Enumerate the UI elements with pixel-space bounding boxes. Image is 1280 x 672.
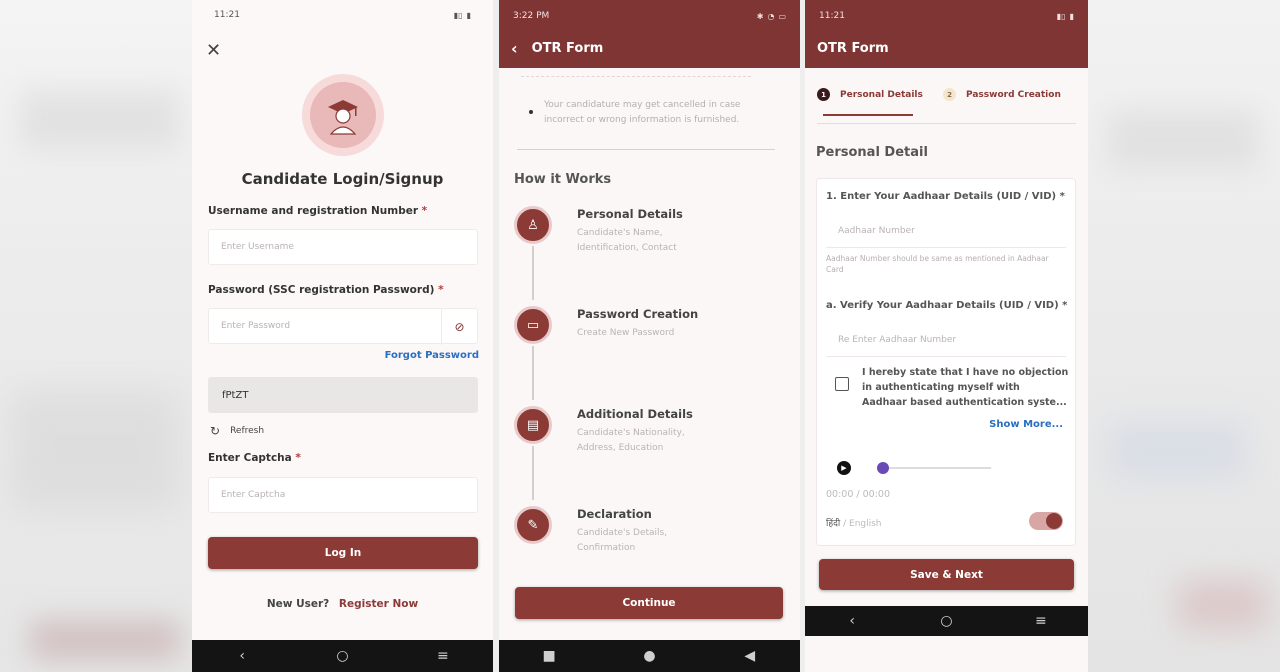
signal-icon: ▮▯ — [453, 10, 463, 20]
login-screen: 11:21 ▮▯ ▮ ✕ Candidate Login/Signup User… — [192, 0, 493, 672]
status-bar: 11:21 ▮▯ ▮ — [192, 0, 493, 30]
verify-aadhaar-label: a. Verify Your Aadhaar Details (UID / VI… — [826, 300, 1068, 311]
status-time: 11:21 — [214, 10, 240, 20]
back-icon[interactable]: ‹ — [222, 648, 262, 664]
step-connector — [532, 246, 534, 300]
password-input[interactable]: Enter Password ⊘ — [208, 308, 478, 345]
close-icon[interactable]: ✕ — [206, 40, 221, 61]
home-icon[interactable]: ○ — [322, 648, 362, 664]
captcha-input[interactable]: Enter Captcha — [208, 477, 478, 513]
audio-slider-knob[interactable] — [877, 462, 889, 474]
bluetooth-icon: ✱ — [756, 11, 764, 21]
username-input[interactable]: Enter Username — [208, 229, 478, 265]
header-title: OTR Form — [817, 40, 889, 56]
language-label: हिंदी / English — [826, 519, 882, 529]
refresh-captcha-button[interactable]: ↻ Refresh — [210, 424, 264, 438]
recents-icon[interactable]: ≡ — [1021, 613, 1061, 629]
step-desc: Candidate's Name, Identification, Contac… — [577, 228, 677, 253]
step-title: Additional Details — [577, 407, 693, 421]
step-title: Declaration — [577, 507, 652, 521]
forgot-password-link[interactable]: Forgot Password — [385, 350, 479, 361]
bullet — [529, 110, 533, 114]
system-nav-bar: ‹ ○ ≡ — [192, 640, 493, 672]
wifi-icon: ◔ — [767, 11, 775, 21]
status-bar: 3:22 PM ✱ ◔ ▭ — [499, 0, 800, 32]
save-next-button[interactable]: Save & Next — [819, 559, 1074, 590]
play-icon[interactable]: ▶ — [837, 461, 851, 475]
home-icon[interactable]: ● — [629, 648, 669, 664]
new-user-row: New User? Register Now — [266, 598, 419, 610]
status-time: 3:22 PM — [513, 11, 550, 21]
user-icon: ♙ — [514, 206, 552, 244]
aadhaar-hint: Aadhaar Number should be same as mention… — [826, 254, 1049, 274]
username-label: Username and registration Number * — [208, 205, 428, 217]
section-title: Personal Detail — [816, 145, 928, 160]
otr-info-screen: 3:22 PM ✱ ◔ ▭ ‹ OTR Form Your candidatur… — [499, 0, 800, 672]
page-title: Candidate Login/Signup — [241, 170, 444, 188]
tab-password-creation[interactable]: 2 Password Creation — [943, 88, 1061, 101]
language-toggle[interactable] — [1029, 512, 1063, 530]
step-desc: Candidate's Nationality, Address, Educat… — [577, 428, 685, 453]
battery-icon: ▮ — [1069, 11, 1074, 21]
faded-divider — [521, 76, 751, 77]
status-icons: ▮▯ ▮ — [1057, 12, 1074, 21]
step-connector — [532, 446, 534, 500]
back-icon[interactable]: ◀ — [730, 648, 770, 664]
status-bar: 11:21 ▮▯ ▮ — [805, 0, 1088, 32]
audio-time: 00:00 / 00:00 — [826, 489, 890, 500]
consent-checkbox[interactable] — [835, 377, 849, 391]
background-left — [0, 0, 192, 672]
tab-divider — [817, 123, 1076, 124]
aadhaar-label: 1. Enter Your Aadhaar Details (UID / VID… — [826, 191, 1065, 202]
stop-icon[interactable]: ■ — [529, 648, 569, 664]
status-time: 11:21 — [819, 11, 845, 21]
system-nav-bar: ■ ● ◀ — [499, 640, 800, 672]
password-label: Password (SSC registration Password) * — [208, 284, 444, 296]
app-header: 11:21 ▮▯ ▮ OTR Form — [805, 0, 1088, 68]
verify-aadhaar-input[interactable]: Re Enter Aadhaar Number — [826, 323, 1066, 357]
step-connector — [532, 346, 534, 400]
header-title: OTR Form — [531, 40, 604, 56]
back-icon[interactable]: ‹ — [832, 613, 872, 629]
how-it-works-title: How it Works — [514, 172, 612, 187]
step-title: Personal Details — [577, 207, 683, 221]
declaration-icon: ✎ — [514, 506, 552, 544]
app-header: 3:22 PM ✱ ◔ ▭ ‹ OTR Form — [499, 0, 800, 68]
tab-personal-details[interactable]: 1 Personal Details — [817, 88, 923, 101]
document-icon: ▤ — [514, 406, 552, 444]
consent-text: I hereby state that I have no objection … — [862, 367, 1069, 408]
otr-form-screen: 11:21 ▮▯ ▮ OTR Form 1 Personal Details 2… — [805, 0, 1088, 672]
status-icons: ✱ ◔ ▭ — [757, 12, 786, 21]
step-desc: Candidate's Details, Confirmation — [577, 528, 668, 553]
system-nav-bar: ‹ ○ ≡ — [805, 606, 1088, 636]
refresh-icon: ↻ — [210, 424, 221, 438]
eye-icon[interactable]: ⊘ — [441, 309, 477, 345]
step-title: Password Creation — [577, 307, 699, 321]
graduate-avatar — [302, 74, 384, 156]
captcha-image: fPtZT — [208, 377, 478, 413]
aadhaar-input[interactable]: Aadhaar Number — [826, 214, 1066, 248]
login-button[interactable]: Log In — [208, 537, 478, 569]
cancellation-note: Your candidature may get cancelled in ca… — [544, 100, 741, 125]
step-desc: Create New Password — [577, 328, 675, 338]
password-icon: ▭ — [514, 306, 552, 344]
audio-progress-track[interactable] — [883, 467, 991, 469]
personal-detail-card: 1. Enter Your Aadhaar Details (UID / VID… — [816, 178, 1076, 546]
section-divider — [517, 149, 775, 150]
graduate-icon — [328, 100, 358, 135]
continue-button[interactable]: Continue — [515, 587, 783, 619]
status-icons: ▮▯ ▮ — [454, 11, 471, 20]
active-tab-indicator — [823, 114, 913, 116]
form-tabs: 1 Personal Details 2 Password Creation — [805, 82, 1088, 124]
show-more-link[interactable]: Show More... — [989, 419, 1063, 430]
battery-icon: ▭ — [778, 11, 786, 21]
back-arrow-icon[interactable]: ‹ — [511, 39, 518, 58]
background-right — [1088, 0, 1280, 672]
captcha-label: Enter Captcha * — [208, 452, 301, 464]
battery-icon: ▮ — [466, 10, 471, 20]
recents-icon[interactable]: ≡ — [423, 648, 463, 664]
home-icon[interactable]: ○ — [926, 613, 966, 629]
register-now-link[interactable]: Register Now — [339, 598, 418, 610]
signal-icon: ▮▯ — [1056, 11, 1066, 21]
